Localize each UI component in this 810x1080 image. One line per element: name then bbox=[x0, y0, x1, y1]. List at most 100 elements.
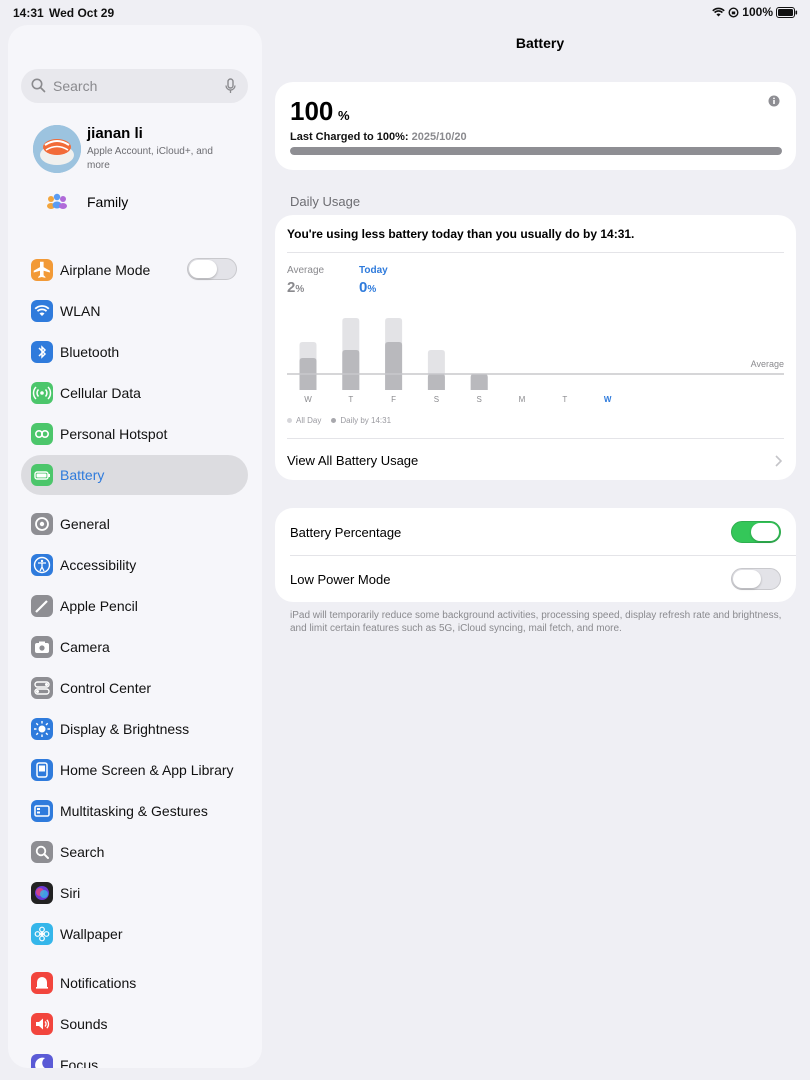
sidebar-item-label: Wallpaper bbox=[60, 926, 123, 942]
sidebar-item-label: Cellular Data bbox=[60, 385, 141, 401]
sidebar-item-multitasking-and-gestures[interactable]: Multitasking & Gestures bbox=[21, 791, 248, 831]
last-charged-date: 2025/10/20 bbox=[411, 131, 467, 143]
x-tick-label: T bbox=[562, 395, 567, 404]
sidebar-item-camera[interactable]: Camera bbox=[21, 627, 248, 667]
sidebar-item-notifications[interactable]: Notifications bbox=[21, 963, 248, 1003]
x-tick-label: W bbox=[604, 395, 612, 404]
sidebar-item-siri[interactable]: Siri bbox=[21, 873, 248, 913]
sidebar-item-label: Accessibility bbox=[60, 557, 137, 573]
average-line-label: Average bbox=[751, 359, 784, 369]
x-tick-label: S bbox=[477, 395, 482, 404]
sidebar-item-control-center[interactable]: Control Center bbox=[21, 668, 248, 708]
sidebar-item-label: Airplane Mode bbox=[60, 262, 151, 278]
sidebar-item-label: Multitasking & Gestures bbox=[60, 803, 208, 819]
sidebar-item-label: Control Center bbox=[60, 680, 152, 696]
legend-daily-by: Daily by 14:31 bbox=[331, 416, 391, 425]
x-tick-label: T bbox=[348, 395, 353, 404]
view-all-usage-button[interactable]: View All Battery Usage bbox=[287, 453, 418, 468]
search-icon bbox=[31, 78, 46, 93]
x-tick-label: M bbox=[519, 395, 526, 404]
antenna-icon bbox=[31, 382, 53, 404]
control-center-icon bbox=[31, 677, 53, 699]
sidebar-item-label: WLAN bbox=[60, 303, 101, 319]
sidebar-item-personal-hotspot[interactable]: Personal Hotspot bbox=[21, 414, 248, 454]
airplane-mode-toggle[interactable] bbox=[187, 258, 237, 280]
bar-daily-by bbox=[427, 374, 445, 390]
bar-daily-by bbox=[470, 374, 488, 390]
battery-level-card: 100 % Last Charged to 100%: 2025/10/20 bbox=[275, 82, 796, 170]
sidebar-item-label: Display & Brightness bbox=[60, 721, 190, 737]
sidebar-item-label: Sounds bbox=[60, 1016, 108, 1032]
sidebar-item-search[interactable]: Search bbox=[21, 832, 248, 872]
sidebar-item-label: General bbox=[60, 516, 110, 532]
bar-daily-by bbox=[385, 342, 403, 390]
home-screen-icon bbox=[31, 759, 53, 781]
sidebar-item-apple-pencil[interactable]: Apple Pencil bbox=[21, 586, 248, 626]
battery-level-unit: % bbox=[338, 108, 350, 123]
sidebar-item-cellular-data[interactable]: Cellular Data bbox=[21, 373, 248, 413]
siri-icon bbox=[31, 882, 53, 904]
usage-divider-bottom bbox=[287, 438, 784, 439]
profile-name: jianan li bbox=[87, 125, 143, 142]
sidebar-item-home-screen-and-app-library[interactable]: Home Screen & App Library bbox=[21, 750, 248, 790]
page-title: Battery bbox=[515, 35, 565, 51]
sidebar-item-label: Personal Hotspot bbox=[60, 426, 168, 442]
microphone-icon[interactable] bbox=[225, 78, 236, 94]
battery-percentage-label: Battery Percentage bbox=[290, 525, 402, 540]
info-icon[interactable] bbox=[768, 95, 780, 107]
legend-all-day-label: All Day bbox=[296, 416, 322, 425]
daily-usage-header: Daily Usage bbox=[290, 194, 361, 209]
battery-level-bar bbox=[290, 147, 782, 155]
sidebar-item-bluetooth[interactable]: Bluetooth bbox=[21, 332, 248, 372]
sidebar-item-focus[interactable]: Focus bbox=[21, 1045, 248, 1068]
search-icon bbox=[31, 841, 53, 863]
legend-daily-by-label: Daily by 14:31 bbox=[340, 416, 392, 425]
battery-percentage-toggle[interactable] bbox=[731, 521, 781, 543]
usage-chart: W T F S S M T W Average bbox=[287, 318, 784, 404]
family-row[interactable]: Family bbox=[46, 190, 246, 214]
status-battery-text: 100% bbox=[742, 5, 773, 19]
sidebar-item-label: Focus bbox=[60, 1057, 99, 1068]
sidebar-item-battery[interactable]: Battery bbox=[21, 455, 248, 495]
multitasking-icon bbox=[31, 800, 53, 822]
sidebar: Search jianan li Apple Account, iCloud+,… bbox=[8, 25, 262, 1068]
wifi-icon bbox=[31, 300, 53, 322]
airplane-icon bbox=[31, 259, 53, 281]
chevron-right-icon bbox=[775, 455, 782, 467]
pencil-icon bbox=[31, 595, 53, 617]
bar-daily-by bbox=[342, 350, 360, 390]
sidebar-item-label: Battery bbox=[60, 467, 105, 483]
profile-row[interactable]: jianan li Apple Account, iCloud+, and mo… bbox=[33, 125, 248, 175]
search-input[interactable]: Search bbox=[21, 69, 248, 103]
sidebar-item-sounds[interactable]: Sounds bbox=[21, 1004, 248, 1044]
settings-divider bbox=[290, 555, 796, 556]
sidebar-item-wallpaper[interactable]: Wallpaper bbox=[21, 914, 248, 954]
sidebar-item-display-and-brightness[interactable]: Display & Brightness bbox=[21, 709, 248, 749]
wifi-icon bbox=[712, 7, 726, 17]
search-placeholder: Search bbox=[53, 78, 98, 94]
sidebar-item-accessibility[interactable]: Accessibility bbox=[21, 545, 248, 585]
x-tick-label: W bbox=[304, 395, 312, 404]
x-tick-label: S bbox=[434, 395, 439, 404]
battery-status-icon bbox=[776, 6, 798, 18]
speaker-icon bbox=[31, 1013, 53, 1035]
accessibility-icon bbox=[31, 554, 53, 576]
settings-card: Battery Percentage Low Power Mode bbox=[275, 508, 796, 602]
sidebar-item-label: Search bbox=[60, 844, 105, 860]
flower-icon bbox=[31, 923, 53, 945]
low-power-note: iPad will temporarily reduce some backgr… bbox=[290, 610, 782, 634]
chart-legend: All Day Daily by 14:31 bbox=[287, 416, 391, 425]
sidebar-item-wlan[interactable]: WLAN bbox=[21, 291, 248, 331]
gear-icon bbox=[31, 513, 53, 535]
status-time: 14:31 bbox=[13, 6, 44, 20]
low-power-toggle[interactable] bbox=[731, 568, 781, 590]
last-charged-label: Last Charged to 100%: bbox=[290, 131, 409, 143]
battery-icon bbox=[31, 464, 53, 486]
sidebar-item-airplane-mode[interactable]: Airplane Mode bbox=[21, 250, 248, 290]
orientation-lock-icon bbox=[728, 6, 739, 18]
camera-icon bbox=[31, 636, 53, 658]
hotspot-icon bbox=[31, 423, 53, 445]
legend-all-day: All Day bbox=[287, 416, 321, 425]
status-indicators: 100% bbox=[712, 5, 798, 19]
sidebar-item-general[interactable]: General bbox=[21, 504, 248, 544]
